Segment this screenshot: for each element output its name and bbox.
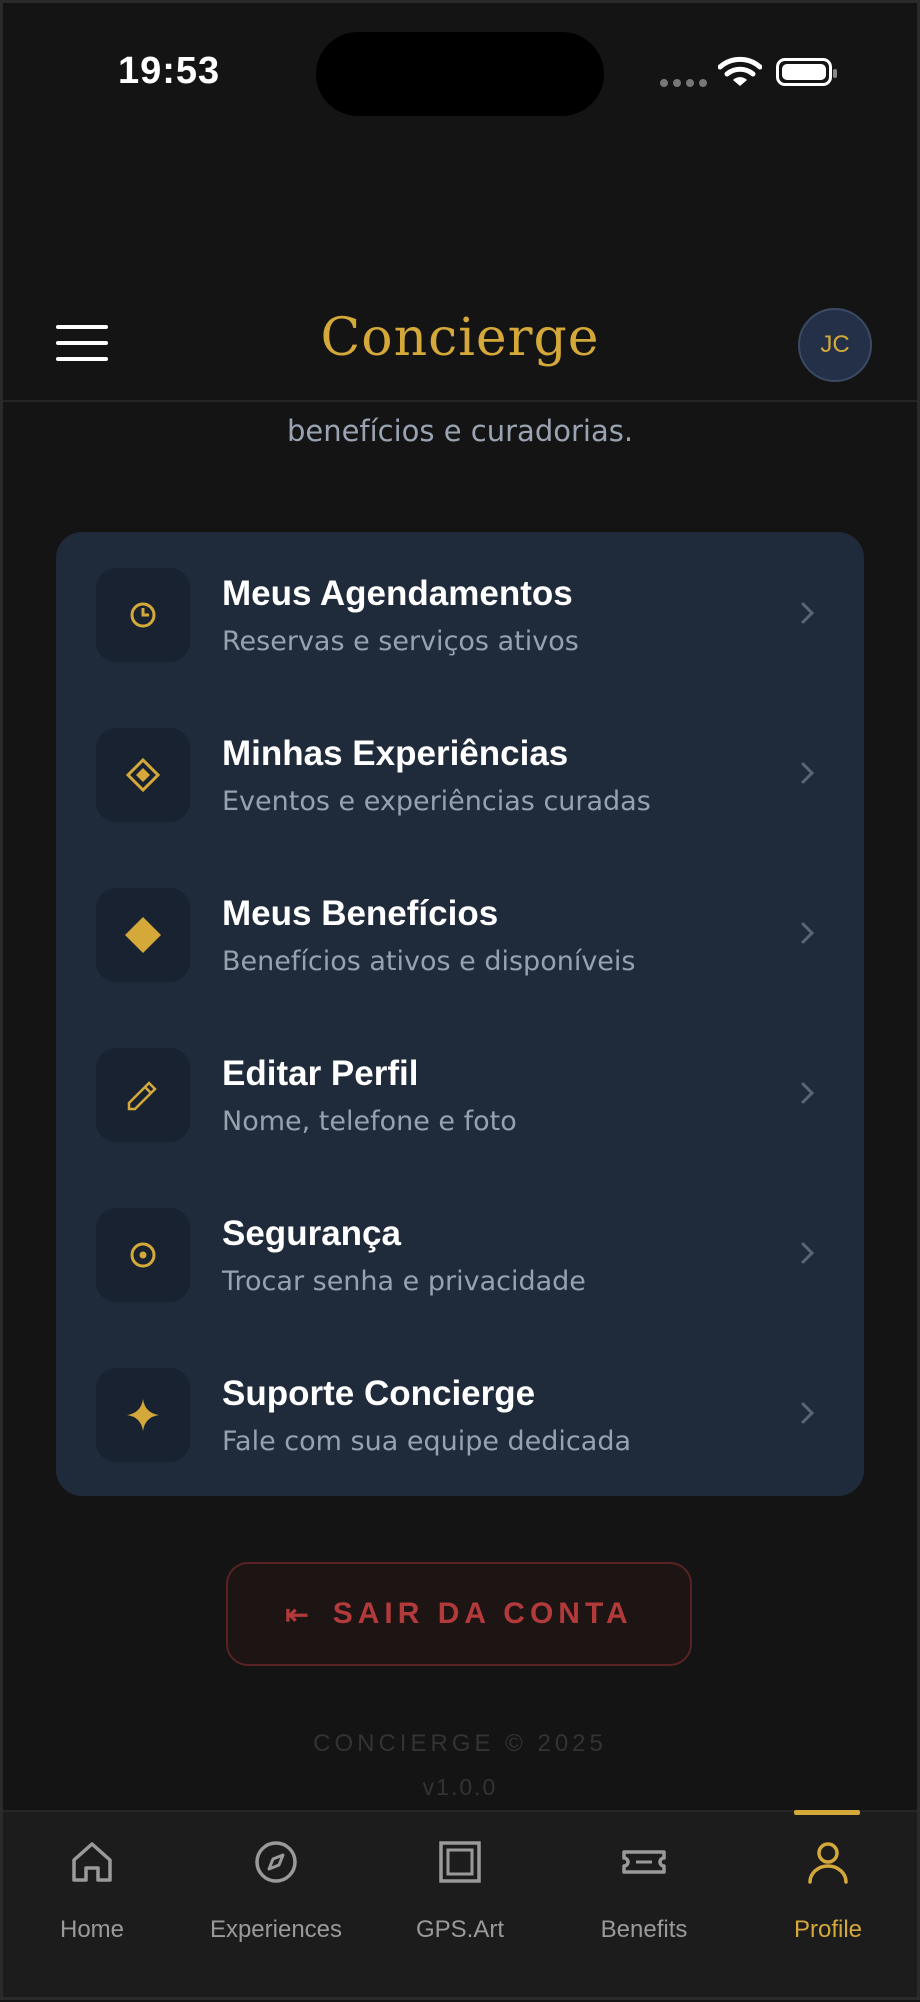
sparkle-icon (96, 1368, 190, 1462)
menu-item-subtitle: Eventos e experiências curadas (222, 786, 651, 817)
target-icon (96, 1208, 190, 1302)
tab-benefits[interactable]: Benefits (552, 1812, 736, 2002)
menu-item-experiencias[interactable]: Minhas Experiências Eventos e experiênci… (56, 692, 864, 852)
footer-brand: CONCIERGE © 2025 (313, 1730, 607, 1757)
tab-experiences[interactable]: Experiences (184, 1812, 368, 2002)
menu-item-subtitle: Reservas e serviços ativos (222, 626, 579, 657)
tab-label: Home (59, 1916, 125, 1943)
tab-profile[interactable]: Profile (736, 1812, 920, 2002)
avatar[interactable]: JC (798, 308, 872, 382)
tab-label: Profile (793, 1916, 863, 1943)
menu-item-title: Meus Benefícios (222, 894, 499, 933)
battery-icon (776, 58, 837, 86)
menu-item-subtitle: Trocar senha e privacidade (222, 1266, 586, 1297)
menu-item-subtitle: Nome, telefone e foto (222, 1106, 517, 1137)
chevron-right-icon (801, 1402, 815, 1424)
tab-gps-art[interactable]: GPS.Art (368, 1812, 552, 2002)
menu-item-agendamentos[interactable]: Meus Agendamentos Reservas e serviços at… (56, 532, 864, 692)
tab-label: Benefits (600, 1916, 688, 1943)
bottom-tab-bar: Home Experiences GPS.Art Benefits Profil… (0, 1810, 920, 2000)
footer-version: v1.0.0 (422, 1774, 498, 1800)
wifi-icon (718, 56, 762, 86)
cellular-signal-icon (660, 79, 707, 87)
menu-item-title: Editar Perfil (222, 1054, 419, 1093)
compass-icon (255, 1841, 297, 1883)
chevron-right-icon (801, 762, 815, 784)
pencil-icon (96, 1048, 190, 1142)
menu-item-subtitle: Fale com sua equipe dedicada (222, 1426, 632, 1457)
menu-item-suporte[interactable]: Suporte Concierge Fale com sua equipe de… (56, 1332, 864, 1492)
chevron-right-icon (801, 1082, 815, 1104)
home-icon (72, 1842, 112, 1882)
clock-icon (96, 568, 190, 662)
menu-item-seguranca[interactable]: Segurança Trocar senha e privacidade (56, 1172, 864, 1332)
ticket-icon (622, 1850, 666, 1874)
menu-item-subtitle: Benefícios ativos e disponíveis (222, 946, 636, 977)
menu-item-editar-perfil[interactable]: Editar Perfil Nome, telefone e foto (56, 1012, 864, 1172)
active-tab-indicator (794, 1810, 860, 1815)
menu-item-title: Meus Agendamentos (222, 574, 573, 613)
person-icon (808, 1842, 848, 1884)
tab-label: Experiences (209, 1916, 343, 1943)
diamond-filled-icon (96, 888, 190, 982)
diamond-outline-icon (96, 728, 190, 822)
dynamic-island (316, 32, 604, 116)
brand-title: Concierge (320, 308, 600, 368)
menu-item-title: Segurança (222, 1214, 401, 1253)
menu-item-beneficios[interactable]: Meus Benefícios Benefícios ativos e disp… (56, 852, 864, 1012)
tab-label: GPS.Art (415, 1916, 505, 1943)
logout-arrow-icon: ⇤ (285, 1598, 309, 1630)
menu-item-title: Suporte Concierge (222, 1374, 536, 1413)
menu-item-title: Minhas Experiências (222, 734, 569, 773)
header-divider (0, 400, 920, 402)
chevron-right-icon (801, 602, 815, 624)
chevron-right-icon (801, 1242, 815, 1264)
intro-text: benefícios e curadorias. (286, 414, 634, 448)
tab-home[interactable]: Home (0, 1812, 184, 2002)
logout-label: SAIR DA CONTA (332, 1597, 633, 1630)
status-time: 19:53 (118, 50, 221, 92)
logout-button[interactable]: ⇤ SAIR DA CONTA (226, 1562, 692, 1666)
profile-menu-card: Meus Agendamentos Reservas e serviços at… (56, 532, 864, 1496)
chevron-right-icon (801, 922, 815, 944)
frame-icon (439, 1841, 481, 1883)
